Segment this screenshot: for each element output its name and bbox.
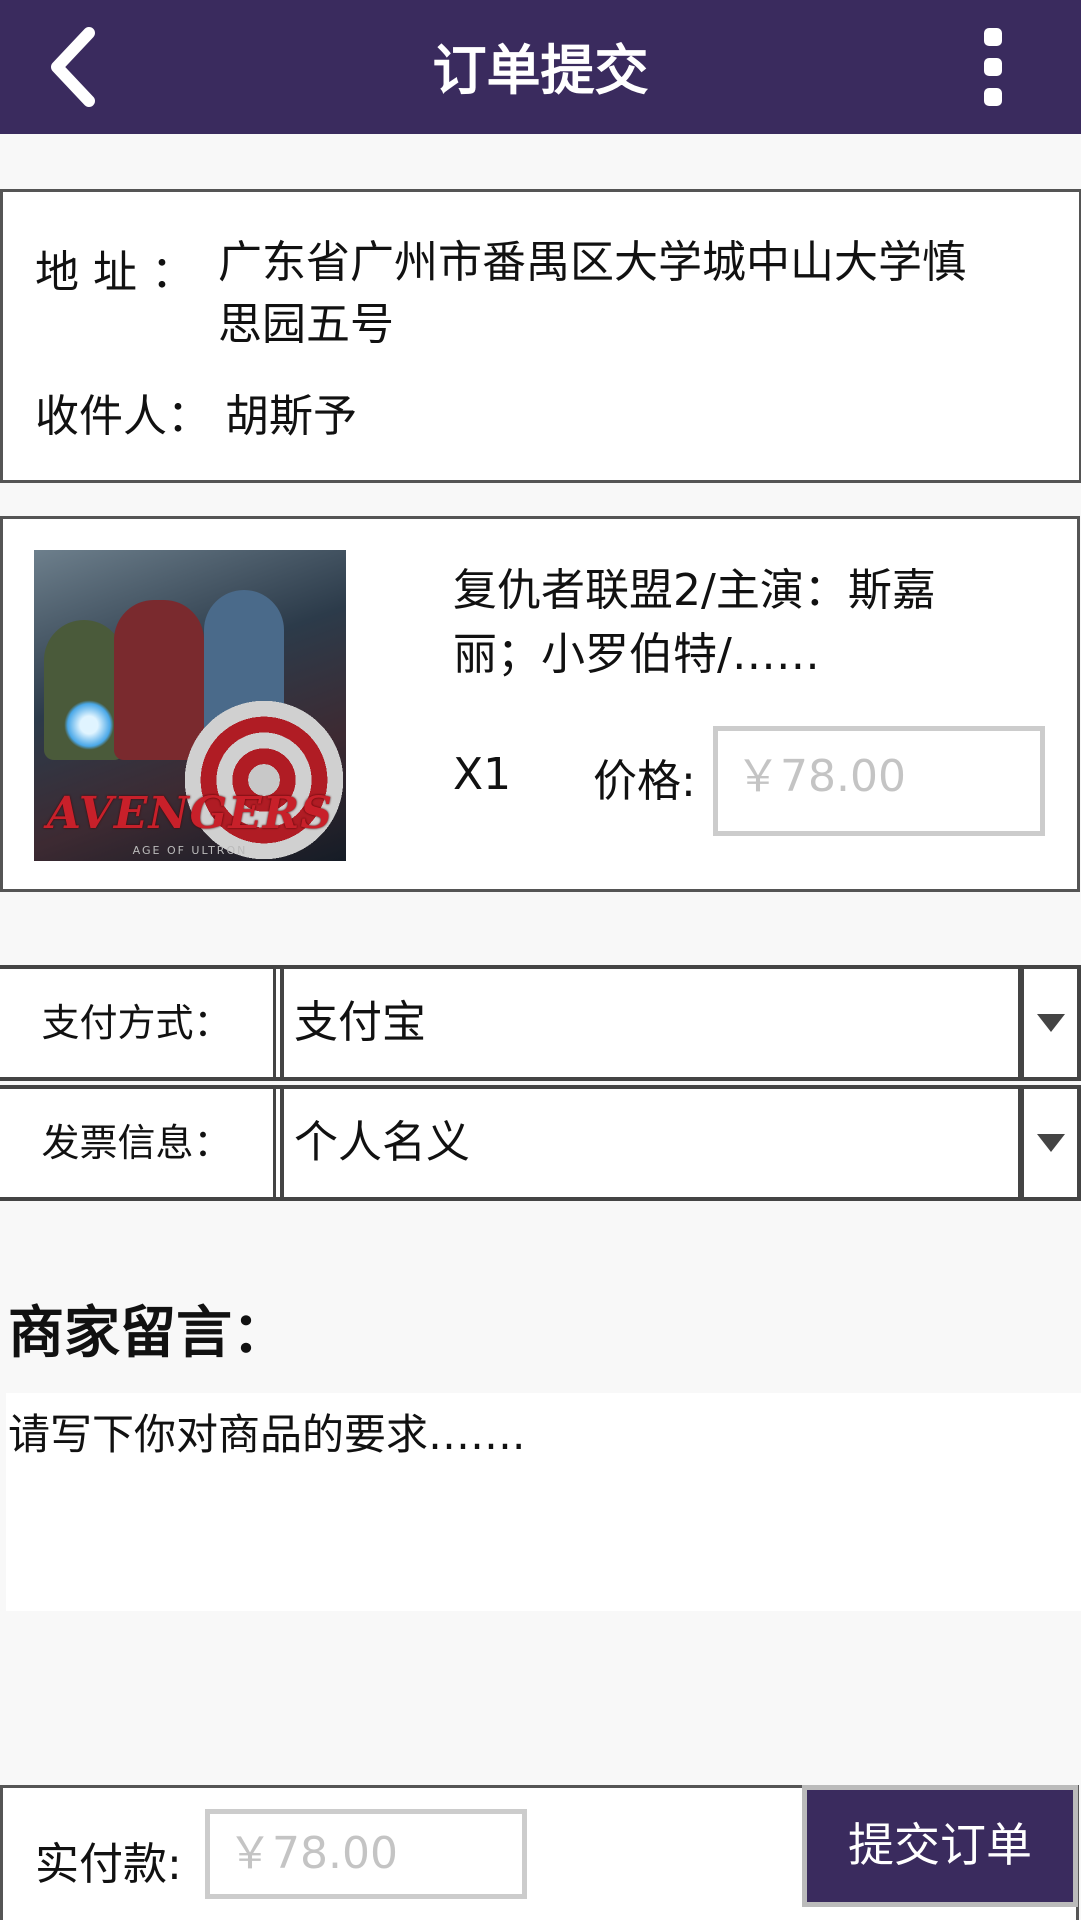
product-card: AVENGERS AGE OF ULTRON 复仇者联盟2/主演：斯嘉丽；小罗伯… [0,516,1080,892]
top-app-bar: 订单提交 [0,0,1081,134]
seller-message-heading: 商家留言： [8,1301,288,1366]
poster-subtitle: AGE OF ULTRON [132,844,248,857]
total-label: 实付款: [35,1839,182,1890]
product-quantity: X1 [453,749,512,800]
page-title: 订单提交 [432,39,649,102]
recipient-value: 胡斯予 [225,391,357,442]
caret-down-icon [1036,1014,1065,1032]
submit-order-button[interactable]: 提交订单 [802,1785,1078,1907]
seller-message-input[interactable] [6,1393,1081,1611]
address-value: 广东省广州市番禺区大学城中山大学慎思园五号 [218,237,966,350]
chevron-left-icon [51,27,95,107]
invoice-info-row: 发票信息： 个人名义 [0,1085,1081,1201]
payment-method-label: 支付方式： [0,969,276,1077]
address-card[interactable]: 地 址 ： 广东省广州市番禺区大学城中山大学慎思园五号 收件人： 胡斯予 [0,189,1081,483]
price-field: ￥78.00 [713,726,1045,836]
payment-dropdown-button[interactable] [1018,969,1081,1077]
price-label: 价格: [593,756,696,807]
total-amount-field: ￥78.00 [205,1809,527,1899]
payment-method-value: 支付宝 [294,997,426,1048]
more-vertical-icon [984,28,1002,46]
address-label: 地 址 ： [35,247,195,298]
back-button[interactable] [30,20,120,114]
invoice-info-select[interactable]: 个人名义 [280,1089,1018,1197]
invoice-dropdown-button[interactable] [1018,1089,1081,1197]
product-title[interactable]: 复仇者联盟2/主演：斯嘉丽；小罗伯特/…… [453,559,993,687]
recipient-label: 收件人： [35,391,211,442]
payment-method-select[interactable]: 支付宝 [280,969,1018,1077]
product-image[interactable]: AVENGERS AGE OF ULTRON [34,550,346,861]
invoice-info-label: 发票信息： [0,1089,276,1197]
more-options-button[interactable] [960,22,1026,112]
poster-logo: AVENGERS [46,788,334,839]
invoice-info-value: 个人名义 [294,1117,470,1168]
caret-down-icon [1036,1134,1065,1152]
payment-method-row: 支付方式： 支付宝 [0,965,1081,1081]
